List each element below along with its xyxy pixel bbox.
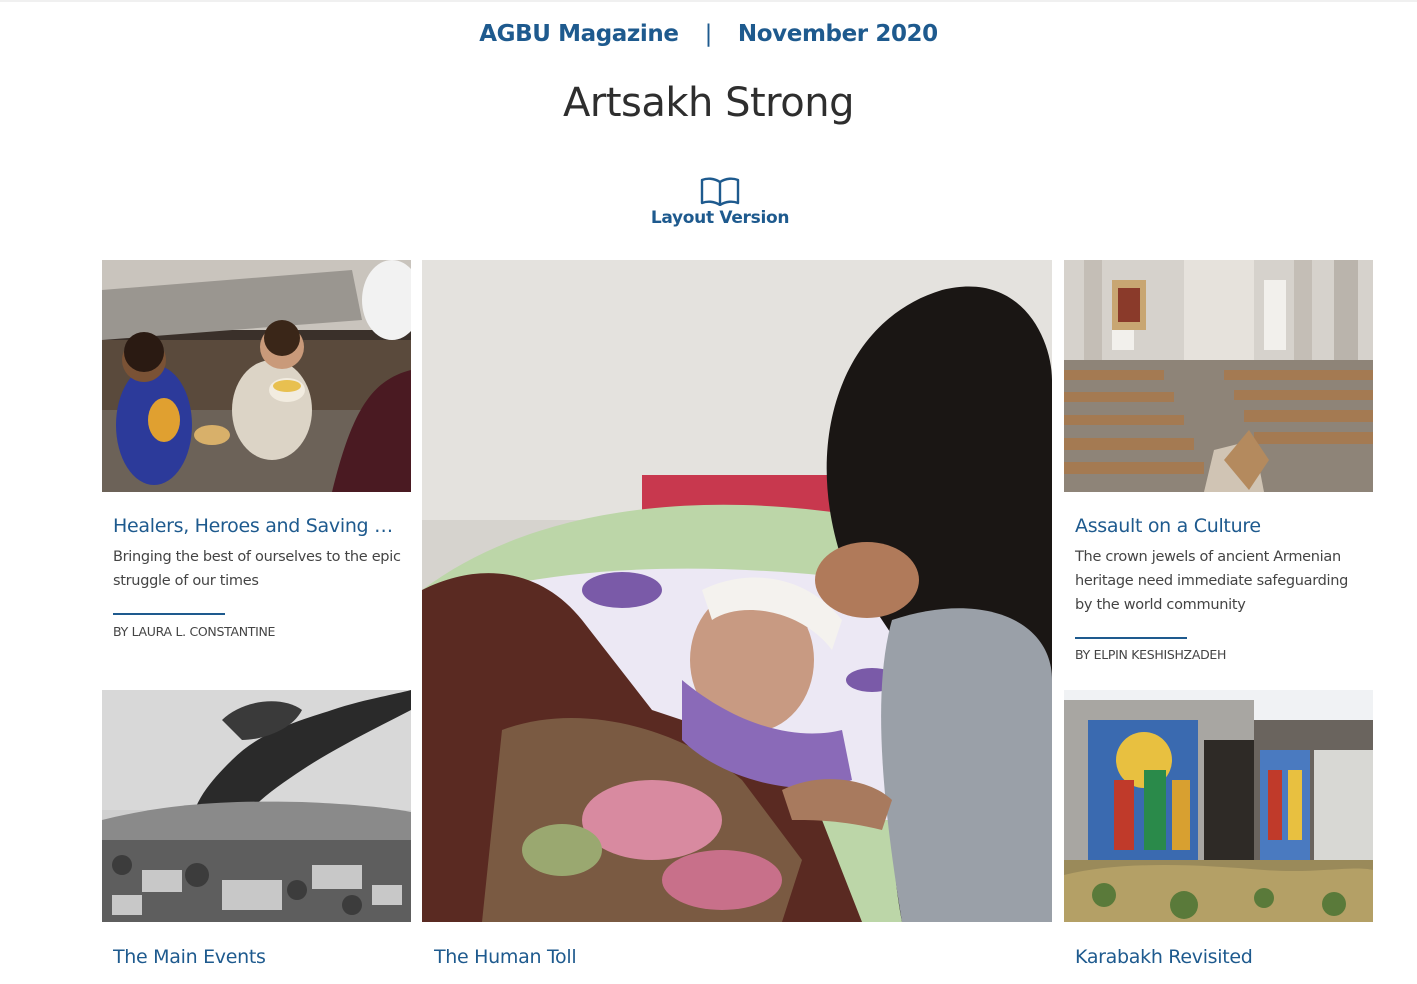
article-divider-assault xyxy=(1075,637,1187,639)
article-image-karabakh[interactable] xyxy=(1064,690,1373,922)
smoke-over-town-photo xyxy=(102,690,411,922)
issue-header: AGBU Magazine | November 2020 xyxy=(0,16,1417,52)
article-title-healers[interactable]: Healers, Heroes and Saving Gr... xyxy=(113,515,405,537)
article-byline-healers: BY LAURA L. CONSTANTINE xyxy=(113,624,276,639)
open-book-icon xyxy=(700,177,740,206)
article-divider-healers xyxy=(113,613,225,615)
layout-version-label: Layout Version xyxy=(650,208,790,228)
layout-version-link[interactable]: Layout Version xyxy=(620,176,820,240)
top-border xyxy=(0,0,1417,2)
children-eating-photo xyxy=(102,260,411,492)
page-title: Artsakh Strong xyxy=(563,80,854,126)
article-title-assault[interactable]: Assault on a Culture xyxy=(1075,515,1367,537)
article-image-healers[interactable] xyxy=(102,260,411,492)
article-image-human-toll[interactable] xyxy=(422,260,1052,922)
article-image-assault[interactable] xyxy=(1064,260,1373,492)
issue-date[interactable]: November 2020 xyxy=(738,21,938,47)
article-title-main-events[interactable]: The Main Events xyxy=(113,946,405,968)
article-image-main-events[interactable] xyxy=(102,690,411,922)
magazine-name[interactable]: AGBU Magazine xyxy=(479,21,679,47)
wounded-child-photo xyxy=(422,260,1052,922)
article-description-healers: Bringing the best of ourselves to the ep… xyxy=(113,549,401,589)
header-separator: | xyxy=(704,21,713,47)
article-byline-assault: BY ELPIN KESHISHZADEH xyxy=(1075,647,1227,662)
damaged-cathedral-photo xyxy=(1064,260,1373,492)
mural-ruins-photo xyxy=(1064,690,1373,922)
article-title-karabakh[interactable]: Karabakh Revisited xyxy=(1075,946,1367,968)
article-description-assault: The crown jewels of ancient Armenian her… xyxy=(1075,549,1349,613)
article-title-human-toll[interactable]: The Human Toll xyxy=(434,946,1034,968)
